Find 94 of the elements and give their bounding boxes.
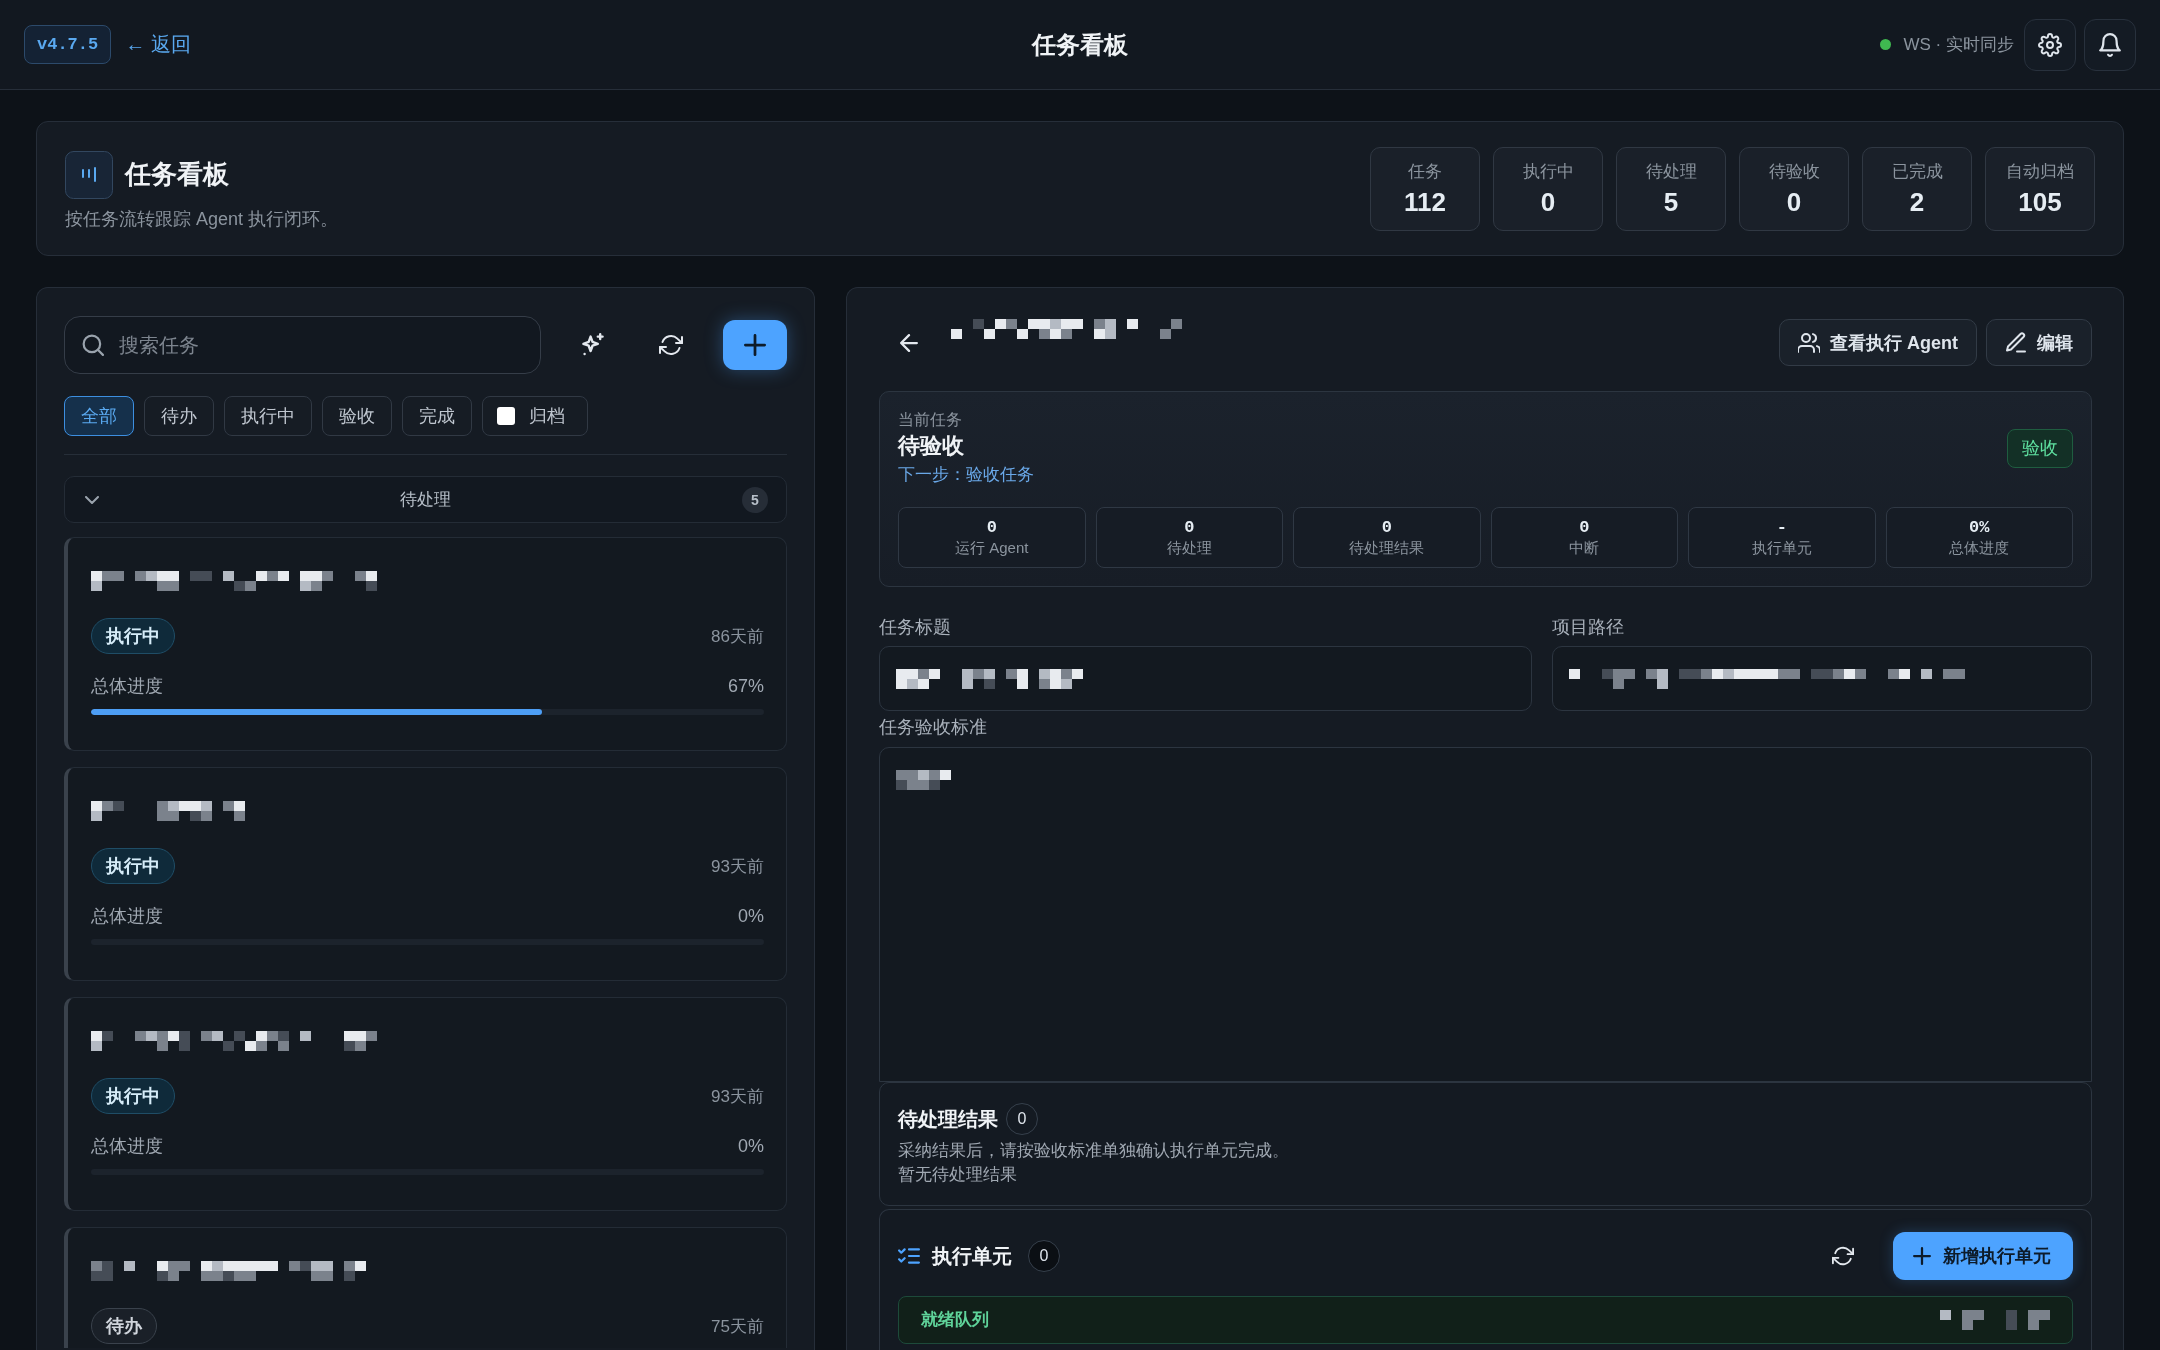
- metric-value: 0: [1381, 517, 1392, 537]
- search-field[interactable]: 搜索任务: [64, 316, 541, 374]
- users-icon: [1798, 331, 1820, 354]
- plus-icon: [1913, 1247, 1931, 1265]
- board-subtitle: 按任务流转跟踪 Agent 执行闭环。: [65, 207, 339, 231]
- sparkle-icon: [581, 333, 605, 357]
- section-title: 待处理结果: [898, 1106, 998, 1132]
- columns-icon: [65, 150, 113, 199]
- metric-label: 待处理结果: [1349, 538, 1425, 558]
- back-arrow-icon: [900, 333, 918, 352]
- progress-value: 0%: [738, 1135, 764, 1158]
- field-label: 任务验收标准: [879, 716, 987, 739]
- filter-chip[interactable]: 验收: [322, 396, 392, 436]
- group-header[interactable]: 待处理 5: [64, 476, 787, 523]
- version-badge: v4.7.5: [24, 25, 112, 64]
- stat-value: 0: [1786, 186, 1802, 218]
- queue-label: 就绪队列: [921, 1309, 989, 1331]
- plus-icon: [744, 334, 766, 356]
- count-badge: 5: [742, 486, 768, 513]
- checkbox[interactable]: [497, 407, 515, 425]
- bell-icon: [2098, 32, 2122, 57]
- search-icon: [82, 334, 104, 356]
- stat-value: 0: [1540, 186, 1556, 218]
- stat-label: 待验收: [1768, 160, 1820, 183]
- status-badge: 执行中: [91, 1078, 175, 1114]
- section-title: 执行单元: [932, 1243, 1012, 1269]
- filter-chip[interactable]: 全部: [64, 396, 134, 436]
- progress-value: 67%: [727, 675, 764, 698]
- time-label: 93天前: [711, 855, 764, 878]
- metric-label: 执行单元: [1751, 538, 1812, 558]
- refresh-icon: [659, 333, 683, 357]
- status-badge: 待办: [91, 1308, 157, 1344]
- group-label: 待处理: [400, 489, 451, 511]
- checklist-icon: [898, 1246, 920, 1266]
- settings-button[interactable]: [2024, 18, 2076, 71]
- task-card[interactable]: 执行中 93天前 总体进度 0%: [64, 767, 787, 981]
- input-field[interactable]: [879, 646, 1533, 711]
- notifications-button[interactable]: [2084, 18, 2136, 71]
- next-step-link[interactable]: 下一步：验收任务: [898, 463, 1034, 487]
- time-label: 86天前: [711, 625, 764, 648]
- stat-value: 105: [2018, 186, 2062, 218]
- board-title: 任务看板: [125, 158, 229, 191]
- back-link[interactable]: ← 返回: [125, 31, 191, 58]
- stat-label: 已完成: [1891, 160, 1943, 183]
- filter-chip[interactable]: 执行中: [224, 396, 312, 436]
- metric-label: 总体进度: [1949, 538, 2010, 558]
- accept-button[interactable]: 验收: [2007, 428, 2073, 468]
- field-label: 任务标题: [879, 616, 951, 639]
- stat-value: 112: [1404, 186, 1446, 218]
- connection-status: WS · 实时同步: [1903, 34, 2014, 56]
- progress-label: 总体进度: [91, 675, 163, 698]
- view-agents-button[interactable]: 查看执行 Agent: [1779, 319, 1977, 366]
- metric-label: 运行 Agent: [955, 538, 1029, 558]
- count-badge: 0: [1028, 1240, 1060, 1272]
- refresh-icon: [1832, 1245, 1854, 1267]
- filter-chip[interactable]: 完成: [402, 396, 472, 436]
- empty-state-text: 暂无待处理结果: [898, 1164, 1017, 1186]
- stat-value: 2: [1909, 186, 1925, 218]
- stat-value: 5: [1663, 186, 1679, 218]
- metric-label: 待处理: [1166, 538, 1212, 558]
- task-card[interactable]: 执行中 86天前 总体进度 67%: [64, 537, 787, 751]
- filter-chip[interactable]: 待办: [144, 396, 214, 436]
- edit-button[interactable]: 编辑: [1986, 319, 2092, 366]
- add-unit-button[interactable]: 新增执行单元: [1893, 1232, 2073, 1280]
- status-badge: 执行中: [91, 618, 175, 654]
- field-label: 项目路径: [1552, 616, 1625, 639]
- metric-value: -: [1776, 517, 1787, 537]
- status-badge: 执行中: [91, 848, 175, 884]
- progress-label: 总体进度: [91, 905, 163, 928]
- stat-label: 执行中: [1522, 160, 1574, 183]
- add-task-button[interactable]: [723, 320, 787, 370]
- redacted-text: [896, 770, 951, 790]
- current-task-caption: 当前任务: [898, 410, 962, 430]
- metric-label: 中断: [1569, 538, 1600, 558]
- pencil-icon: [2005, 331, 2027, 354]
- progress-label: 总体进度: [91, 1135, 163, 1158]
- page-title: 任务看板: [1032, 29, 1128, 60]
- metric-value: 0: [1184, 517, 1195, 537]
- task-card[interactable]: 待办 75天前: [64, 1227, 787, 1348]
- metric-value: 0: [1579, 517, 1590, 537]
- stat-label: 任务: [1408, 160, 1442, 183]
- settings-icon: [2038, 32, 2062, 57]
- archive-filter[interactable]: 归档: [482, 396, 588, 436]
- stat-label: 自动归档: [2006, 160, 2074, 183]
- task-card[interactable]: 执行中 93天前 总体进度 0%: [64, 997, 787, 1211]
- metric-value: 0: [986, 517, 997, 537]
- progress-value: 0%: [738, 905, 764, 928]
- stat-label: 待处理: [1645, 160, 1697, 183]
- time-label: 75天前: [711, 1315, 764, 1338]
- current-state: 待验收: [898, 432, 964, 460]
- time-label: 93天前: [711, 1085, 764, 1108]
- metric-value: 0%: [1969, 517, 1990, 537]
- input-field[interactable]: [1552, 646, 2092, 711]
- hint-text: 采纳结果后，请按验收标准单独确认执行单元完成。: [898, 1140, 1289, 1162]
